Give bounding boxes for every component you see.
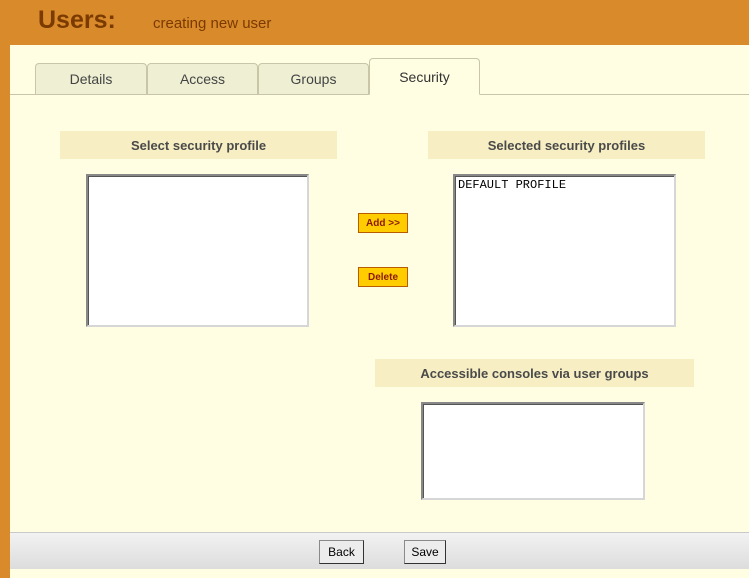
save-button[interactable]: Save — [404, 540, 446, 564]
tab-access[interactable]: Access — [147, 63, 258, 94]
footer-bar: Back Save — [10, 532, 749, 570]
page-subtitle: creating new user — [153, 15, 272, 32]
back-button[interactable]: Back — [319, 540, 364, 564]
tab-security[interactable]: Security — [369, 58, 480, 95]
delete-button[interactable]: Delete — [358, 267, 408, 287]
tab-groups[interactable]: Groups — [258, 63, 369, 94]
accessible-consoles-label: Accessible consoles via user groups — [375, 359, 694, 387]
tab-bar: Details Access Groups Security — [10, 45, 749, 95]
selected-security-profiles-label: Selected security profiles — [428, 131, 705, 159]
page-header: Users: creating new user — [0, 0, 749, 45]
list-item[interactable]: DEFAULT PROFILE — [455, 176, 674, 194]
content-panel: Details Access Groups Security Select se… — [10, 45, 749, 578]
tab-details[interactable]: Details — [35, 63, 147, 94]
selected-profiles-list[interactable]: DEFAULT PROFILE — [453, 174, 676, 327]
window-frame: Users: creating new user Details Access … — [0, 0, 749, 578]
add-button[interactable]: Add >> — [358, 213, 408, 233]
select-security-profile-label: Select security profile — [60, 131, 337, 159]
available-profiles-list[interactable] — [86, 174, 309, 327]
bottom-strip — [10, 569, 749, 578]
page-title: Users: — [38, 6, 116, 34]
accessible-consoles-list[interactable] — [421, 402, 645, 500]
